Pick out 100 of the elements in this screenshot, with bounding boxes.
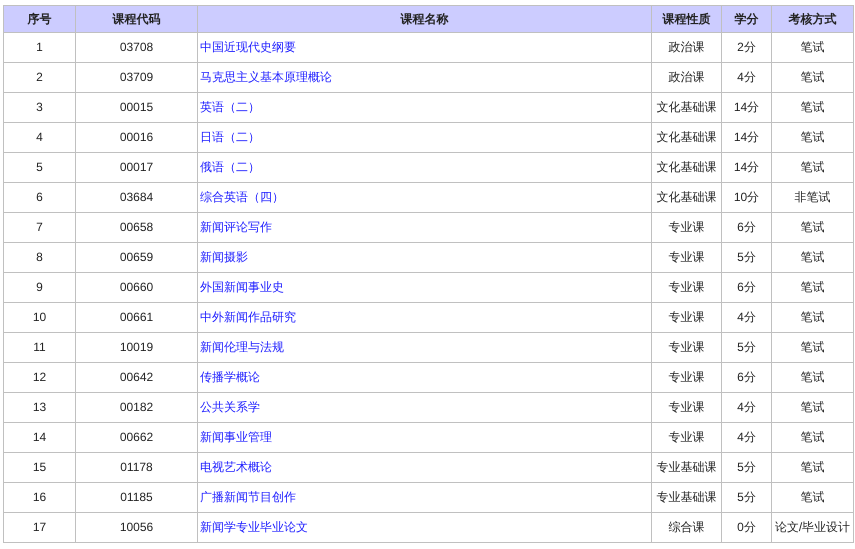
table-cell: 03709: [76, 62, 198, 92]
table-cell: 2: [4, 62, 76, 92]
table-cell: 笔试: [772, 422, 854, 452]
table-cell: 4分: [722, 302, 772, 332]
table-cell: 00015: [76, 92, 198, 122]
course-name-link[interactable]: 综合英语（四）: [200, 190, 284, 204]
course-name-link[interactable]: 新闻学专业毕业论文: [200, 520, 308, 534]
table-cell: 综合课: [652, 512, 722, 542]
table-cell: 笔试: [772, 482, 854, 512]
table-cell: 4: [4, 122, 76, 152]
table-cell: 10056: [76, 512, 198, 542]
course-name-link[interactable]: 新闻事业管理: [200, 430, 272, 444]
column-header: 学分: [722, 6, 772, 32]
course-name-link[interactable]: 电视艺术概论: [200, 460, 272, 474]
column-header: 序号: [4, 6, 76, 32]
table-cell: 笔试: [772, 302, 854, 332]
table-cell: 专业课: [652, 272, 722, 302]
table-cell: 12: [4, 362, 76, 392]
table-cell: 非笔试: [772, 182, 854, 212]
column-header: 课程代码: [76, 6, 198, 32]
table-cell: 专业课: [652, 392, 722, 422]
table-cell: 15: [4, 452, 76, 482]
table-cell: 16: [4, 482, 76, 512]
course-name-link[interactable]: 马克思主义基本原理概论: [200, 70, 332, 84]
table-cell: 专业课: [652, 362, 722, 392]
table-cell: 1: [4, 32, 76, 62]
table-cell: 6分: [722, 362, 772, 392]
table-cell: 7: [4, 212, 76, 242]
table-cell: 6分: [722, 212, 772, 242]
table-cell: 10: [4, 302, 76, 332]
table-cell: 01185: [76, 482, 198, 512]
table-cell: 笔试: [772, 212, 854, 242]
table-cell: 4分: [722, 422, 772, 452]
table-cell: 笔试: [772, 362, 854, 392]
table-cell: 10分: [722, 182, 772, 212]
table-cell: 政治课: [652, 62, 722, 92]
table-cell: 5: [4, 152, 76, 182]
table-cell: 笔试: [772, 332, 854, 362]
course-name-link[interactable]: 广播新闻节目创作: [200, 490, 296, 504]
table-cell: 专业课: [652, 332, 722, 362]
table-cell: 14分: [722, 152, 772, 182]
table-cell: 5分: [722, 482, 772, 512]
table-cell: 笔试: [772, 32, 854, 62]
table-cell: 4分: [722, 392, 772, 422]
table-cell: 笔试: [772, 392, 854, 422]
table-cell: 专业基础课: [652, 482, 722, 512]
table-cell: 00660: [76, 272, 198, 302]
table-cell: 专业基础课: [652, 452, 722, 482]
table-cell: 2分: [722, 32, 772, 62]
table-cell: 00182: [76, 392, 198, 422]
table-cell: 专业课: [652, 422, 722, 452]
course-name-link[interactable]: 外国新闻事业史: [200, 280, 284, 294]
table-cell: 专业课: [652, 212, 722, 242]
table-cell: 笔试: [772, 92, 854, 122]
table-cell: 3: [4, 92, 76, 122]
table-cell: 14分: [722, 92, 772, 122]
course-name-link[interactable]: 日语（二）: [200, 130, 260, 144]
table-cell: 4分: [722, 62, 772, 92]
course-name-link[interactable]: 俄语（二）: [200, 160, 260, 174]
table-cell: 5分: [722, 242, 772, 272]
table-cell: 11: [4, 332, 76, 362]
table-cell: 文化基础课: [652, 92, 722, 122]
table-cell: 政治课: [652, 32, 722, 62]
table-cell: 6: [4, 182, 76, 212]
table-cell: 笔试: [772, 272, 854, 302]
table-cell: 00662: [76, 422, 198, 452]
table-cell: 14: [4, 422, 76, 452]
column-header: 考核方式: [772, 6, 854, 32]
table-cell: 笔试: [772, 452, 854, 482]
course-name-link[interactable]: 新闻伦理与法规: [200, 340, 284, 354]
course-name-link[interactable]: 英语（二）: [200, 100, 260, 114]
table-cell: 笔试: [772, 122, 854, 152]
table-cell: 03708: [76, 32, 198, 62]
table-cell: 00661: [76, 302, 198, 332]
table-cell: 6分: [722, 272, 772, 302]
table-cell: 文化基础课: [652, 122, 722, 152]
table-cell: 文化基础课: [652, 152, 722, 182]
course-name-link[interactable]: 新闻评论写作: [200, 220, 272, 234]
table-cell: 00659: [76, 242, 198, 272]
column-header: 课程性质: [652, 6, 722, 32]
table-cell: 13: [4, 392, 76, 422]
course-name-link[interactable]: 新闻摄影: [200, 250, 248, 264]
table-cell: 5分: [722, 452, 772, 482]
course-name-link[interactable]: 中国近现代史纲要: [200, 40, 296, 54]
table-cell: 10019: [76, 332, 198, 362]
table-cell: 专业课: [652, 242, 722, 272]
table-cell: 0分: [722, 512, 772, 542]
table-cell: 00017: [76, 152, 198, 182]
table-cell: 8: [4, 242, 76, 272]
table-cell: 9: [4, 272, 76, 302]
table-cell: 03684: [76, 182, 198, 212]
table-cell: 00658: [76, 212, 198, 242]
table-cell: 笔试: [772, 242, 854, 272]
course-name-link[interactable]: 中外新闻作品研究: [200, 310, 296, 324]
course-name-link[interactable]: 公共关系学: [200, 400, 260, 414]
table-cell: 论文/毕业设计: [772, 512, 854, 542]
table-cell: 01178: [76, 452, 198, 482]
table-cell: 5分: [722, 332, 772, 362]
course-name-link[interactable]: 传播学概论: [200, 370, 260, 384]
table-cell: 14分: [722, 122, 772, 152]
